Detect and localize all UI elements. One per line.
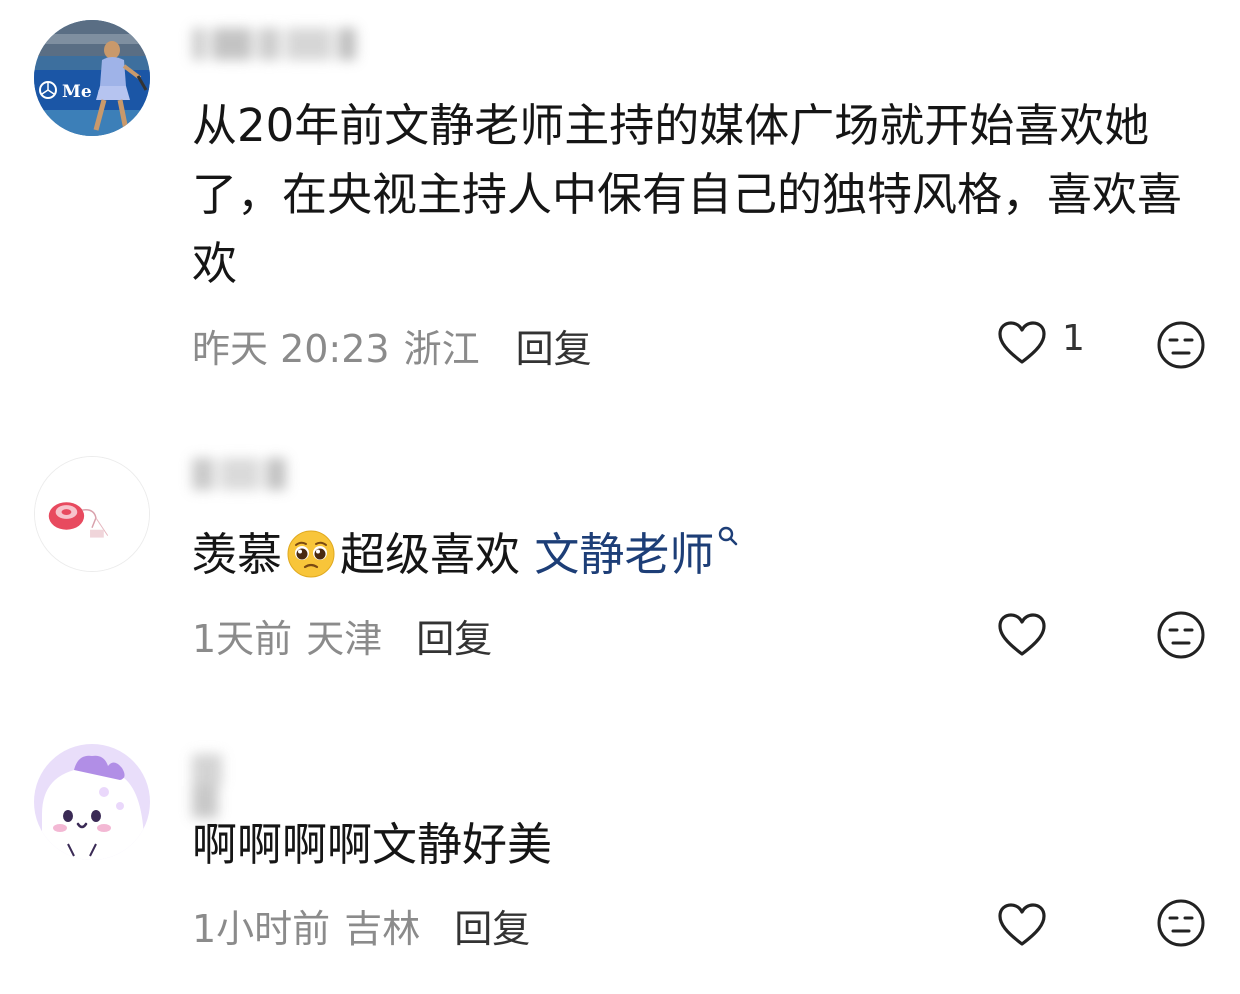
comment-meta: 昨天 20:23 浙江 回复: [192, 318, 592, 373]
search-icon[interactable]: [716, 524, 740, 548]
comment-time: 1天前: [192, 617, 293, 661]
heart-icon[interactable]: [996, 610, 1048, 660]
avatar[interactable]: Me es: [34, 20, 150, 136]
comment-meta: 1小时前 吉林 回复: [192, 898, 530, 953]
purple-cartoon-avatar-icon: [34, 744, 150, 860]
comment-text-middle: 超级喜欢: [340, 528, 535, 581]
comment-text: 从20年前文静老师主持的媒体广场就开始喜欢她了，在央视主持人中保有自己的独特风格…: [192, 99, 1183, 290]
pleading-face-emoji-icon: [287, 530, 335, 578]
meh-face-icon[interactable]: [1156, 610, 1206, 660]
comment-location: 浙江: [403, 327, 480, 371]
heart-icon[interactable]: [996, 900, 1048, 950]
reply-button[interactable]: 回复: [454, 907, 530, 951]
comment-location: 天津: [306, 617, 383, 661]
like-control[interactable]: [996, 900, 1048, 950]
comment-item: 羡慕 超级喜欢 文静老师 1天前 天津 回复: [0, 440, 1240, 690]
comment-time: 昨天 20:23: [192, 327, 390, 371]
comment-location: 吉林: [344, 907, 421, 951]
tennis-player-photo-icon: Me es: [34, 20, 150, 136]
meh-face-icon[interactable]: [1156, 898, 1206, 948]
comment-item: Me es 从20年前文静老师主持的媒体广场就开始喜欢她了，在央视主持人中保有自…: [0, 0, 1240, 410]
reply-button[interactable]: 回复: [516, 327, 592, 371]
topic-link[interactable]: 文静老师: [534, 528, 714, 581]
comment-meta: 1天前 天津 回复: [192, 608, 492, 663]
like-control[interactable]: [996, 610, 1048, 660]
username[interactable]: [192, 28, 372, 68]
like-count: 1: [1062, 317, 1085, 359]
comment-text-start: 羡慕: [192, 528, 283, 581]
comment-text: 啊啊啊啊文静好美: [192, 818, 553, 871]
meh-face-icon[interactable]: [1156, 320, 1206, 370]
avatar[interactable]: [34, 456, 150, 572]
username[interactable]: [192, 754, 258, 818]
username[interactable]: [192, 458, 322, 498]
heart-icon[interactable]: [996, 318, 1048, 368]
avatar[interactable]: [34, 744, 150, 860]
like-control[interactable]: 1: [996, 318, 1085, 368]
comment-item: 啊啊啊啊文静好美 1小时前 吉林 回复: [0, 730, 1240, 994]
comment-text: 羡慕 超级喜欢 文静老师: [192, 520, 1202, 589]
red-item-photo-icon: [35, 457, 149, 571]
reply-button[interactable]: 回复: [416, 617, 492, 661]
comment-time: 1小时前: [192, 907, 331, 951]
